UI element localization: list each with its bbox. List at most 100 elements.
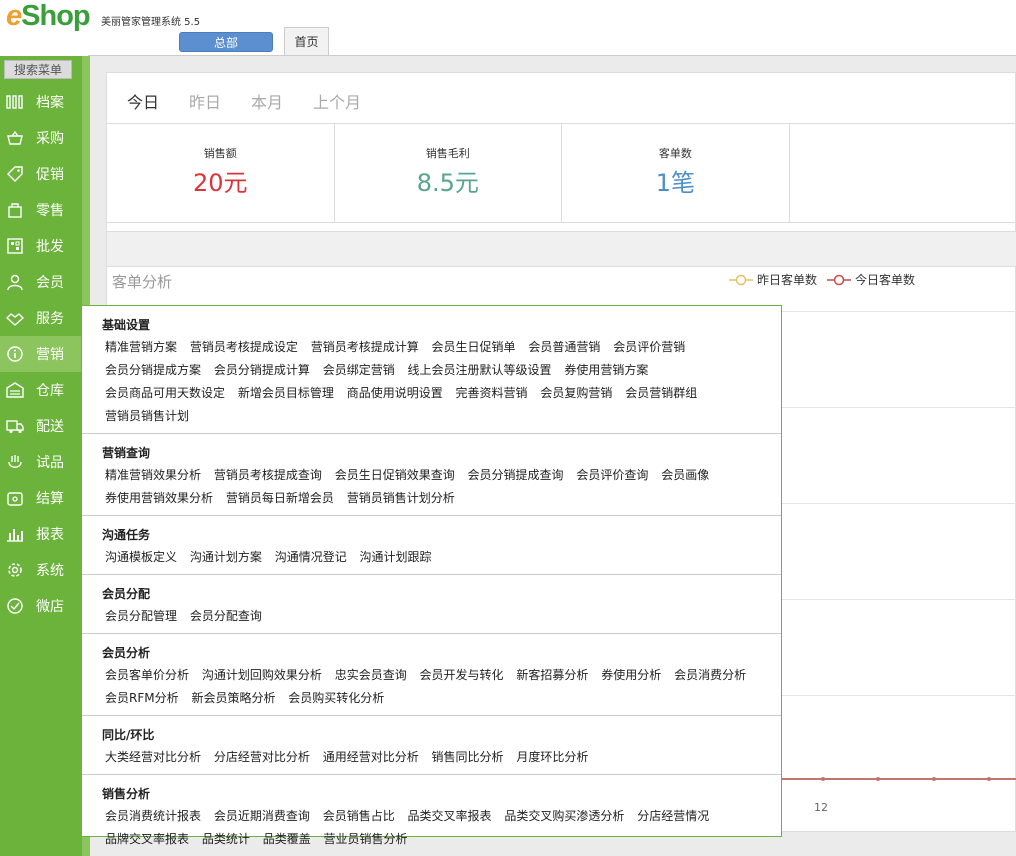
menu-link[interactable]: 券使用营销方案 (564, 363, 648, 377)
sidebar-item-14[interactable]: 微店 (0, 588, 82, 624)
menu-section: 销售分析会员消费统计报表 会员近期消费查询 会员销售占比 品类交叉率报表 品类交… (82, 775, 781, 856)
menu-link[interactable]: 会员营销群组 (625, 386, 697, 400)
truck-icon (6, 417, 24, 435)
menu-link[interactable]: 沟通计划跟踪 (360, 550, 432, 564)
sidebar-item-2[interactable]: 促销 (0, 156, 82, 192)
sidebar-item-label: 零售 (36, 203, 64, 219)
menu-link[interactable]: 会员消费分析 (674, 668, 746, 682)
menu-link[interactable]: 营销员每日新增会员 (226, 491, 334, 505)
menu-section: 会员分析 会员客单价分析 沟通计划回购效果分析 忠实会员查询 会员开发与转化 新客… (82, 634, 781, 716)
stat-gross-profit: 销售毛利 8.5元 (335, 124, 563, 222)
menu-link[interactable]: 营销员销售计划 (105, 409, 189, 423)
sidebar-item-8[interactable]: 仓库 (0, 372, 82, 408)
menu-links: 会员客单价分析 沟通计划回购效果分析 忠实会员查询 会员开发与转化 新客招募分析… (102, 664, 781, 710)
menu-link[interactable]: 营销员考核提成查询 (214, 468, 322, 482)
menu-link[interactable]: 会员评价查询 (576, 468, 648, 482)
menu-link[interactable]: 沟通情况登记 (275, 550, 347, 564)
tab-home[interactable]: 首页 (284, 27, 329, 56)
period-tabs: 今日 昨日 本月 上个月 (127, 89, 391, 113)
menu-link[interactable]: 会员绑定营销 (323, 363, 395, 377)
menu-link[interactable]: 精准营销方案 (105, 340, 177, 354)
legend-today[interactable]: 今日客单数 (827, 271, 915, 288)
menu-link[interactable]: 会员分销提成方案 (105, 363, 201, 377)
sidebar-item-11[interactable]: 结算 (0, 480, 82, 516)
sidebar-item-1[interactable]: 采购 (0, 120, 82, 156)
menu-link[interactable]: 新会员策略分析 (191, 691, 275, 705)
sidebar-item-label: 系统 (36, 563, 64, 579)
barchart-icon (6, 525, 24, 543)
menu-link[interactable]: 品类统计 (202, 832, 250, 846)
menu-link[interactable]: 沟通计划方案 (190, 550, 262, 564)
sidebar-item-9[interactable]: 配送 (0, 408, 82, 444)
menu-link[interactable]: 会员客单价分析 (105, 668, 189, 682)
menu-link[interactable]: 品牌交叉率报表 (105, 832, 189, 846)
tab-yesterday[interactable]: 昨日 (189, 89, 221, 113)
menu-links: 会员分配管理 会员分配查询 (102, 605, 781, 628)
sidebar-item-3[interactable]: 零售 (0, 192, 82, 228)
menu-section-title: 销售分析 (102, 787, 151, 801)
menu-link[interactable]: 券使用分析 (601, 668, 661, 682)
axis-point (987, 777, 991, 781)
menu-link[interactable]: 券使用营销效果分析 (105, 491, 213, 505)
branch-button[interactable]: 总部 (179, 32, 273, 52)
sidebar-item-13[interactable]: 系统 (0, 552, 82, 588)
sidebar-item-7[interactable]: 营销 (0, 336, 82, 372)
menu-link[interactable]: 品类覆盖 (263, 832, 311, 846)
menu-link[interactable]: 会员近期消费查询 (214, 809, 310, 823)
sidebar-item-5[interactable]: 会员 (0, 264, 82, 300)
menu-link[interactable]: 销售同比分析 (432, 750, 504, 764)
sidebar-item-4[interactable]: 批发 (0, 228, 82, 264)
menu-section: 基础设置 精准营销方案 营销员考核提成设定 营销员考核提成计算 会员生日促销单 会… (82, 306, 781, 434)
menu-link[interactable]: 大类经营对比分析 (105, 750, 201, 764)
menu-link[interactable]: 营销员考核提成设定 (190, 340, 298, 354)
menu-link[interactable]: 会员生日促销单 (432, 340, 516, 354)
menu-link[interactable]: 完善资料营销 (456, 386, 528, 400)
menu-link[interactable]: 会员分配查询 (190, 609, 262, 623)
menu-link[interactable]: 新客招募分析 (516, 668, 588, 682)
search-menu-button[interactable]: 搜索菜单 (4, 60, 72, 79)
menu-link[interactable]: 会员画像 (661, 468, 709, 482)
menu-link[interactable]: 会员生日促销效果查询 (335, 468, 455, 482)
stat-empty (790, 124, 1016, 222)
menu-links: 精准营销方案 营销员考核提成设定 营销员考核提成计算 会员生日促销单 会员普通营… (102, 336, 781, 428)
menu-link[interactable]: 商品使用说明设置 (347, 386, 443, 400)
menu-link[interactable]: 会员购买转化分析 (288, 691, 384, 705)
tab-today[interactable]: 今日 (127, 89, 159, 113)
menu-link[interactable]: 会员分销提成计算 (214, 363, 310, 377)
menu-link[interactable]: 精准营销效果分析 (105, 468, 201, 482)
menu-link[interactable]: 品类交叉率报表 (408, 809, 492, 823)
menu-link[interactable]: 分店经营对比分析 (214, 750, 310, 764)
menu-link[interactable]: 会员销售占比 (323, 809, 395, 823)
stat-label: 销售额 (203, 147, 237, 160)
menu-link[interactable]: 会员复购营销 (540, 386, 612, 400)
menu-link[interactable]: 通用经营对比分析 (323, 750, 419, 764)
menu-link[interactable]: 品类交叉购买渗透分析 (504, 809, 624, 823)
menu-link[interactable]: 会员评价营销 (613, 340, 685, 354)
menu-link[interactable]: 新增会员目标管理 (238, 386, 334, 400)
sidebar-item-0[interactable]: 档案 (0, 84, 82, 120)
menu-link[interactable]: 会员商品可用天数设定 (105, 386, 225, 400)
menu-link[interactable]: 沟通模板定义 (105, 550, 177, 564)
menu-link[interactable]: 会员RFM分析 (105, 691, 179, 705)
menu-link[interactable]: 会员分销提成查询 (468, 468, 564, 482)
legend-yesterday[interactable]: 昨日客单数 (729, 271, 817, 288)
tab-this-month[interactable]: 本月 (251, 89, 283, 113)
sidebar-item-6[interactable]: 服务 (0, 300, 82, 336)
menu-link[interactable]: 线上会员注册默认等级设置 (408, 363, 552, 377)
menu-link[interactable]: 忠实会员查询 (335, 668, 407, 682)
menu-link[interactable]: 营销员销售计划分析 (347, 491, 455, 505)
menu-link[interactable]: 分店经营情况 (637, 809, 709, 823)
menu-link[interactable]: 沟通计划回购效果分析 (202, 668, 322, 682)
menu-link[interactable]: 营业员销售分析 (324, 832, 408, 846)
menu-links: 沟通模板定义 沟通计划方案 沟通情况登记 沟通计划跟踪 (102, 546, 781, 569)
menu-section-title: 同比/环比 (102, 728, 155, 742)
menu-link[interactable]: 会员分配管理 (105, 609, 177, 623)
menu-link[interactable]: 营销员考核提成计算 (311, 340, 419, 354)
menu-link[interactable]: 会员消费统计报表 (105, 809, 201, 823)
sidebar-item-12[interactable]: 报表 (0, 516, 82, 552)
menu-link[interactable]: 会员开发与转化 (420, 668, 504, 682)
sidebar-item-10[interactable]: 试品 (0, 444, 82, 480)
menu-link[interactable]: 月度环比分析 (516, 750, 588, 764)
tab-last-month[interactable]: 上个月 (313, 89, 361, 113)
menu-link[interactable]: 会员普通营销 (528, 340, 600, 354)
